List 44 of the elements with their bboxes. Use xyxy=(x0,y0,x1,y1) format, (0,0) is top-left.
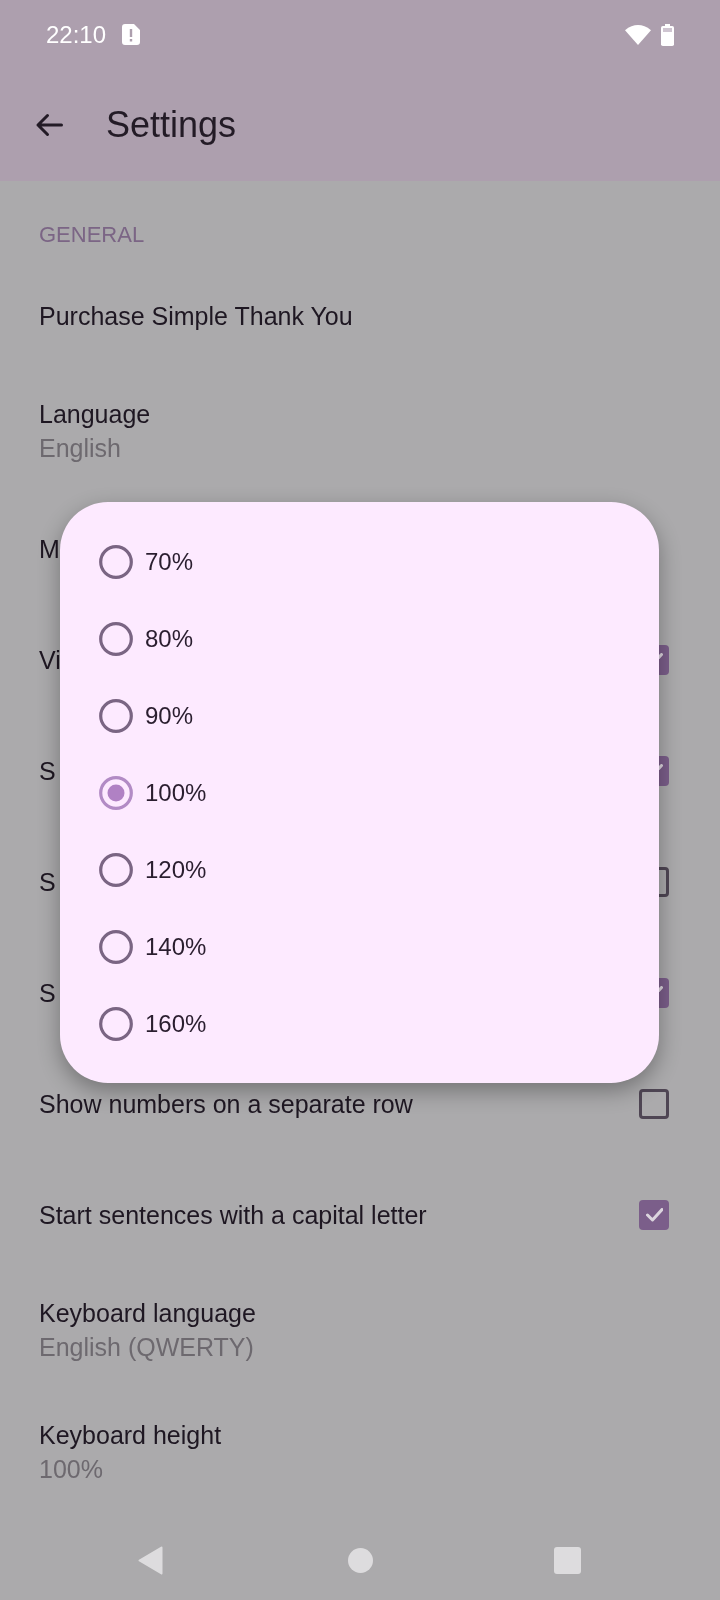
checkbox[interactable] xyxy=(639,1088,669,1119)
setting-title: S xyxy=(39,866,56,898)
setting-title: Start sentences with a capital letter xyxy=(39,1199,427,1231)
checkbox[interactable] xyxy=(659,977,669,1008)
radio-button[interactable] xyxy=(99,544,133,579)
setting-title: Keyboard height xyxy=(39,1420,222,1451)
checkmark-icon xyxy=(659,764,663,771)
setting-title: S xyxy=(39,755,56,787)
wifi-icon xyxy=(625,24,651,45)
setting-title: Purchase Simple Thank You xyxy=(39,300,353,332)
setting-title: M xyxy=(39,533,60,565)
option-label[interactable]: 160% xyxy=(145,1008,207,1039)
checkmark-icon xyxy=(645,1208,663,1223)
setting-title: Keyboard language xyxy=(39,1298,256,1329)
option-label[interactable]: 80% xyxy=(145,623,194,654)
option-label[interactable]: 70% xyxy=(145,546,194,577)
checkbox[interactable] xyxy=(659,755,669,786)
setting-value: English xyxy=(39,433,121,464)
radio-button[interactable] xyxy=(99,852,133,887)
section-header: GENERAL xyxy=(39,222,145,248)
radio-button[interactable] xyxy=(99,775,133,810)
radio-button[interactable] xyxy=(99,621,133,656)
screen-title: Settings xyxy=(106,104,237,146)
setting-title: Show numbers on a separate row xyxy=(39,1088,413,1120)
option-label[interactable]: 140% xyxy=(145,931,207,962)
sim-card-alert-icon xyxy=(122,24,141,45)
battery-icon xyxy=(661,23,674,46)
setting-title: Vi xyxy=(39,644,61,676)
radio-button[interactable] xyxy=(99,1006,133,1041)
status-time: 22:10 xyxy=(46,20,107,49)
checkmark-icon xyxy=(659,986,663,993)
radio-button[interactable] xyxy=(99,929,133,964)
checkmark-icon xyxy=(659,653,663,660)
option-label[interactable]: 120% xyxy=(145,854,207,885)
setting-value: 100% xyxy=(39,1454,103,1485)
back-arrow-icon[interactable] xyxy=(35,113,63,137)
option-label[interactable]: 90% xyxy=(145,700,194,731)
setting-title: S xyxy=(39,977,56,1009)
checkbox[interactable] xyxy=(639,1199,669,1230)
setting-value: English (QWERTY) xyxy=(39,1332,254,1363)
radio-button[interactable] xyxy=(99,698,133,733)
checkbox[interactable] xyxy=(659,644,669,675)
setting-title: Language xyxy=(39,399,151,430)
option-label[interactable]: 100% xyxy=(145,777,207,808)
